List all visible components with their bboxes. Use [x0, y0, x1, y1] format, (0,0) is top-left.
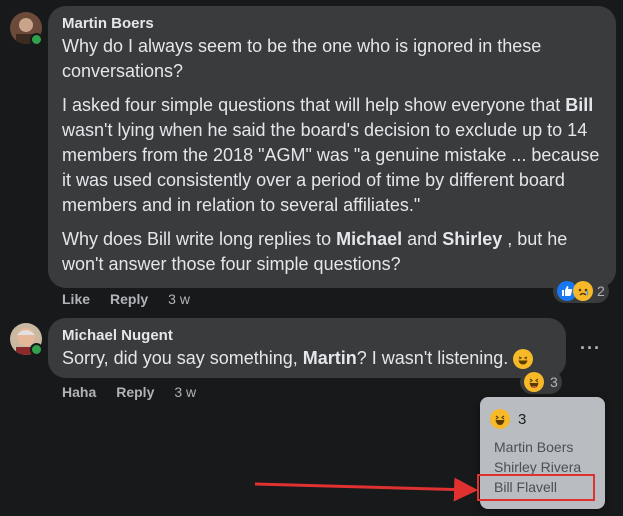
- annotation-arrow: [254, 477, 478, 502]
